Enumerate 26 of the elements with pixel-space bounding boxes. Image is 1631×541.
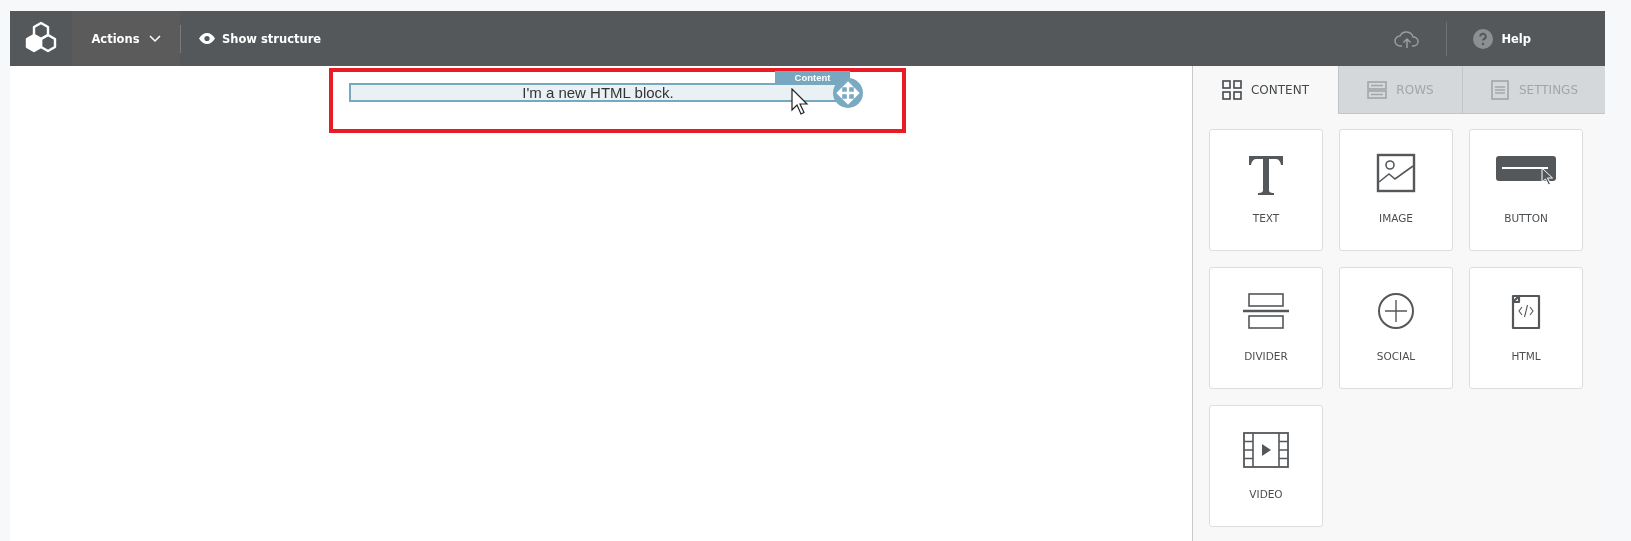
content-block-card[interactable]: SOCIAL (1339, 267, 1453, 389)
content-block-card[interactable]: BUTTON (1469, 129, 1583, 251)
block-label: VIDEO (1249, 488, 1283, 500)
move-handle-icon[interactable] (833, 78, 863, 108)
block-label: DIVIDER (1244, 350, 1288, 362)
block-label: SOCIAL (1376, 350, 1416, 362)
eye-icon (199, 33, 215, 44)
show-structure-button[interactable]: Show structure (199, 23, 322, 54)
actions-menu[interactable]: Actions (72, 11, 180, 66)
block-label: TEXT (1252, 212, 1280, 224)
block-label: BUTTON (1504, 212, 1548, 224)
content-block-card[interactable]: VIDEO (1209, 405, 1323, 527)
content-block-card[interactable]: TEXT (1209, 129, 1323, 251)
cloud-upload-icon[interactable] (1394, 28, 1421, 49)
content-block-card[interactable]: HTML (1469, 267, 1583, 389)
mouse-pointer-icon (791, 88, 809, 115)
chevron-down-icon (148, 34, 161, 43)
grid-icon (1222, 79, 1242, 100)
rows-icon (1367, 79, 1388, 100)
document-icon (1489, 79, 1510, 100)
help-icon (1473, 28, 1494, 49)
content-block-card[interactable]: DIVIDER (1209, 267, 1323, 389)
help-button[interactable]: Help (1473, 23, 1531, 54)
block-label: HTML (1511, 350, 1541, 362)
content-block-card[interactable]: IMAGE (1339, 129, 1453, 251)
block-label: IMAGE (1379, 212, 1413, 224)
